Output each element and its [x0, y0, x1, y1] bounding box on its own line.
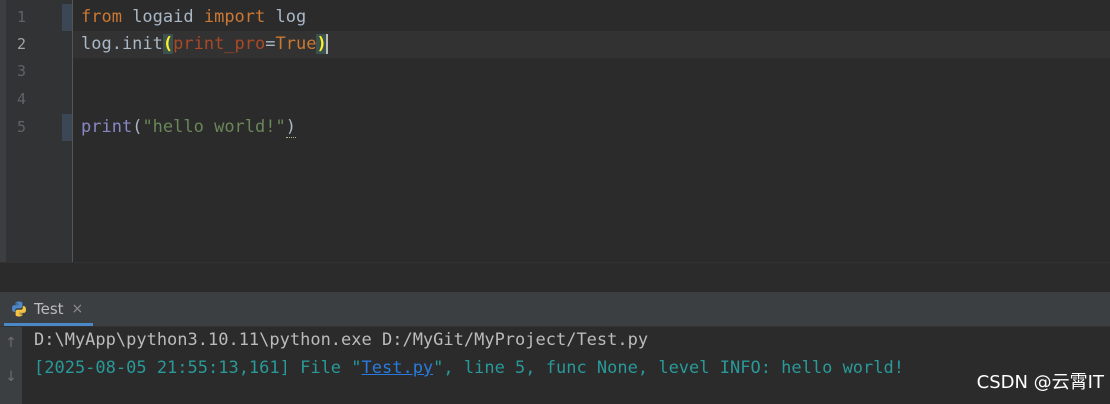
editor-bottom-area [0, 262, 1110, 292]
keyword-from: from [81, 7, 122, 27]
keyword-argument-name: print_pro [173, 34, 266, 54]
code-line-5[interactable]: print("hello world!") [81, 114, 296, 141]
fold-marker-line-5 [62, 114, 72, 141]
line-number: 5 [16, 118, 26, 136]
run-tool-window-header: Test × [0, 292, 1110, 327]
builtin-print: print [81, 117, 133, 137]
close-icon[interactable]: × [72, 301, 84, 317]
line-number-current: 2 [16, 35, 26, 53]
log-prefix: [2025-08-05 21:55:13,161] File " [34, 358, 362, 378]
line-number: 4 [16, 90, 26, 108]
boolean-value: True [275, 34, 317, 54]
line-number: 1 [16, 8, 26, 26]
imported-name: log [265, 7, 307, 27]
code-line-1[interactable]: from logaid import log [81, 4, 306, 31]
watermark: CSDN @云霄IT [976, 372, 1104, 393]
equals-sign: = [265, 34, 276, 54]
open-paren: ( [132, 117, 143, 137]
source-file-link[interactable]: Test.py [362, 358, 434, 378]
run-tab-test[interactable]: Test × [4, 292, 94, 326]
fold-marker-line-1 [62, 4, 72, 31]
down-arrow-icon[interactable]: ↓ [3, 369, 19, 385]
console-command-line: D:\MyApp\python3.10.11\python.exe D:/MyG… [34, 330, 649, 350]
panel-divider[interactable] [0, 262, 1110, 263]
code-line-2[interactable]: log.init(print_pro=True) [81, 31, 328, 58]
console-log-line: [2025-08-05 21:55:13,161] File "Test.py"… [34, 354, 904, 382]
python-icon [12, 301, 26, 317]
keyword-import: import [203, 7, 266, 27]
code-editor[interactable]: 1 2 3 4 5 from logaid import log log.ini… [0, 0, 1110, 262]
log-suffix: ", line 5, func None, level INFO: hello … [433, 358, 904, 378]
line-number: 3 [16, 62, 26, 80]
console-toolbar: ↑ ↓ [0, 327, 22, 404]
module-name: logaid [121, 7, 204, 27]
string-literal: "hello world!" [142, 117, 286, 137]
run-tab-label: Test [34, 300, 64, 318]
call-target: log.init [81, 34, 163, 54]
open-paren-highlight: ( [162, 34, 174, 54]
text-caret [325, 34, 328, 54]
up-arrow-icon[interactable]: ↑ [3, 335, 19, 351]
close-paren-warning: ) [285, 117, 296, 138]
